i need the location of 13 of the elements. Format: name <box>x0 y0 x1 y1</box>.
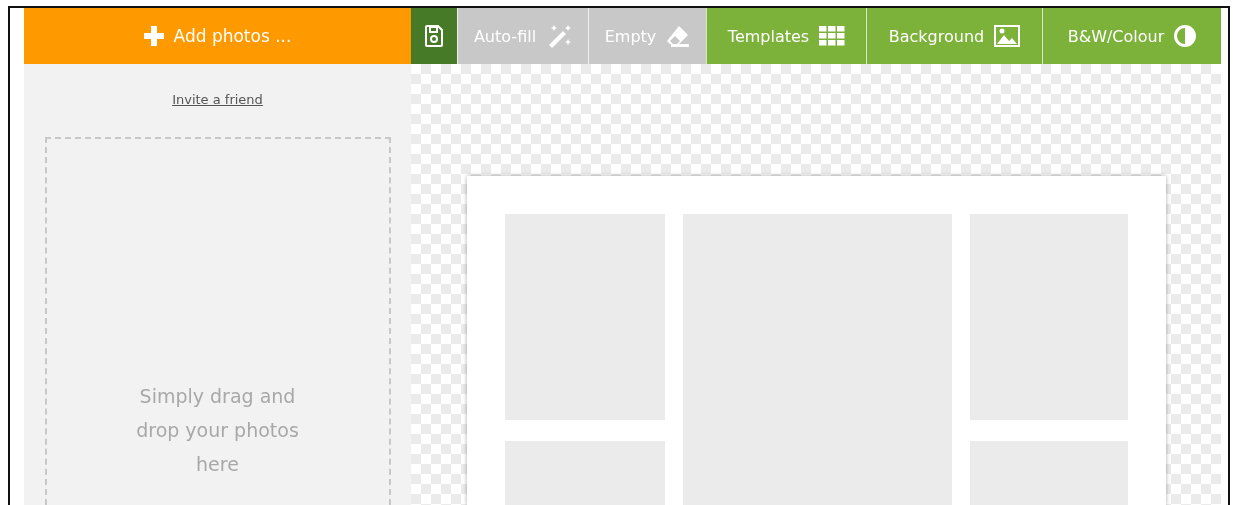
plus-icon <box>143 26 164 46</box>
image-icon <box>994 25 1021 47</box>
grid-icon <box>819 26 846 46</box>
contrast-icon <box>1174 25 1197 47</box>
save-button[interactable] <box>411 8 457 64</box>
background-button[interactable]: Background <box>866 8 1042 64</box>
eraser-icon <box>666 25 691 47</box>
add-photos-button[interactable]: Add photos ... <box>24 8 411 64</box>
invite-link[interactable]: Invite a friend <box>172 92 263 107</box>
drop-zone[interactable]: Simply drag and drop your photos here <box>44 137 391 505</box>
drop-hint: Simply drag and drop your photos here <box>135 384 300 477</box>
templates-button[interactable]: Templates <box>706 8 866 64</box>
colour-button[interactable]: B&W/Colour <box>1042 8 1221 64</box>
